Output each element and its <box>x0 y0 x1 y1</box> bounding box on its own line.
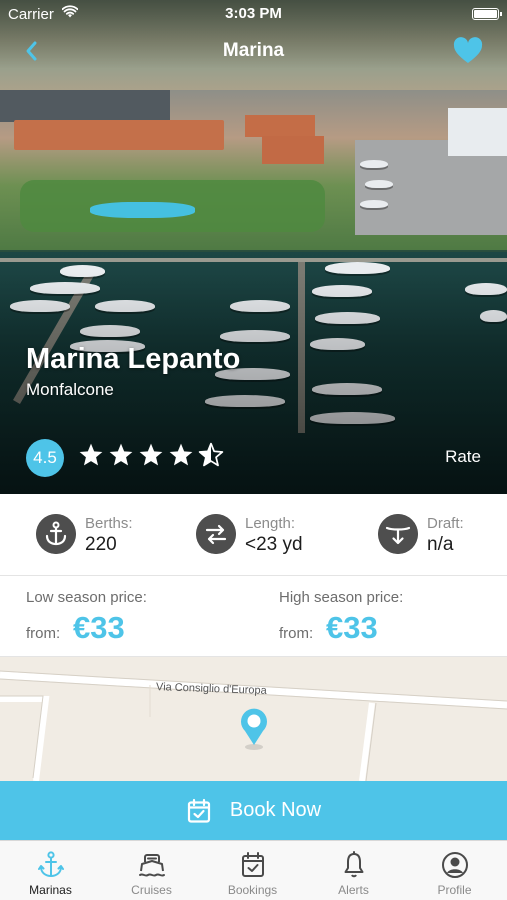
tab-label: Alerts <box>338 883 369 897</box>
star-full-icon <box>79 443 103 466</box>
low-season-price: Low season price: from: €33 <box>26 577 266 657</box>
ship-icon <box>138 854 165 877</box>
calendar-check-icon <box>187 798 211 823</box>
page-title: Marina <box>222 40 285 61</box>
price-label: High season price: <box>279 589 404 606</box>
hero-photo <box>0 0 507 494</box>
spec-label: Berths: <box>85 515 133 532</box>
spec-label: Length: <box>245 515 296 532</box>
price-label: Low season price: <box>26 589 147 606</box>
tab-cruises[interactable]: Cruises <box>101 841 202 900</box>
length-arrows-icon <box>196 514 236 554</box>
draft-icon <box>378 514 418 554</box>
rating-badge: 4.5 <box>26 439 64 477</box>
star-half-icon <box>198 442 224 467</box>
tab-bar: Marinas Cruises Bookings Alerts Profile <box>0 840 507 900</box>
anchor-icon <box>36 514 76 554</box>
tab-marinas[interactable]: Marinas <box>0 841 101 900</box>
star-full-icon <box>169 443 193 466</box>
hero-gradient-overlay <box>0 0 507 494</box>
tab-profile[interactable]: Profile <box>404 841 505 900</box>
book-now-button[interactable]: Book Now <box>0 781 507 840</box>
anchor-icon <box>37 851 64 877</box>
bell-icon <box>344 851 363 878</box>
spec-label: Draft: <box>427 515 464 532</box>
battery-icon <box>472 8 502 20</box>
status-bar: Carrier 3:03 PM <box>0 0 507 28</box>
specs-row: Berths: 220 Length: <23 yd Draft: n/a <box>0 494 507 576</box>
tab-bookings[interactable]: Bookings <box>202 841 303 900</box>
tab-label: Bookings <box>227 883 278 897</box>
book-now-label: Book Now <box>229 799 322 821</box>
clock: 3:03 PM <box>225 5 282 22</box>
rate-button[interactable]: Rate <box>445 447 481 467</box>
tab-label: Cruises <box>131 883 172 897</box>
star-full-icon <box>109 443 133 466</box>
chevron-left-icon[interactable] <box>18 36 48 66</box>
star-rating <box>78 442 224 472</box>
spec-value: n/a <box>427 534 454 555</box>
heart-icon[interactable] <box>453 37 483 65</box>
marina-city: Monfalcone <box>26 380 114 399</box>
prices-row: Low season price: from: €33 High season … <box>0 577 507 657</box>
tab-label: Marinas <box>29 883 72 897</box>
spec-value: 220 <box>85 534 117 555</box>
tab-alerts[interactable]: Alerts <box>303 841 404 900</box>
high-season-price: High season price: from: €33 <box>279 577 499 657</box>
tab-label: Profile <box>437 883 472 897</box>
price-from-label: from: <box>279 625 314 642</box>
calendar-check-icon <box>241 852 264 877</box>
price-value: €33 <box>73 610 125 645</box>
navigation-bar: Marina <box>0 28 507 72</box>
location-pin-icon[interactable] <box>234 701 274 753</box>
price-value: €33 <box>326 610 378 645</box>
price-from-label: from: <box>26 625 61 642</box>
marina-name: Marina Lepanto <box>26 343 241 375</box>
star-full-icon <box>139 443 163 466</box>
spec-value: <23 yd <box>245 534 303 555</box>
location-map[interactable]: Via Consiglio d'Europa <box>0 657 507 781</box>
user-circle-icon <box>441 852 468 878</box>
